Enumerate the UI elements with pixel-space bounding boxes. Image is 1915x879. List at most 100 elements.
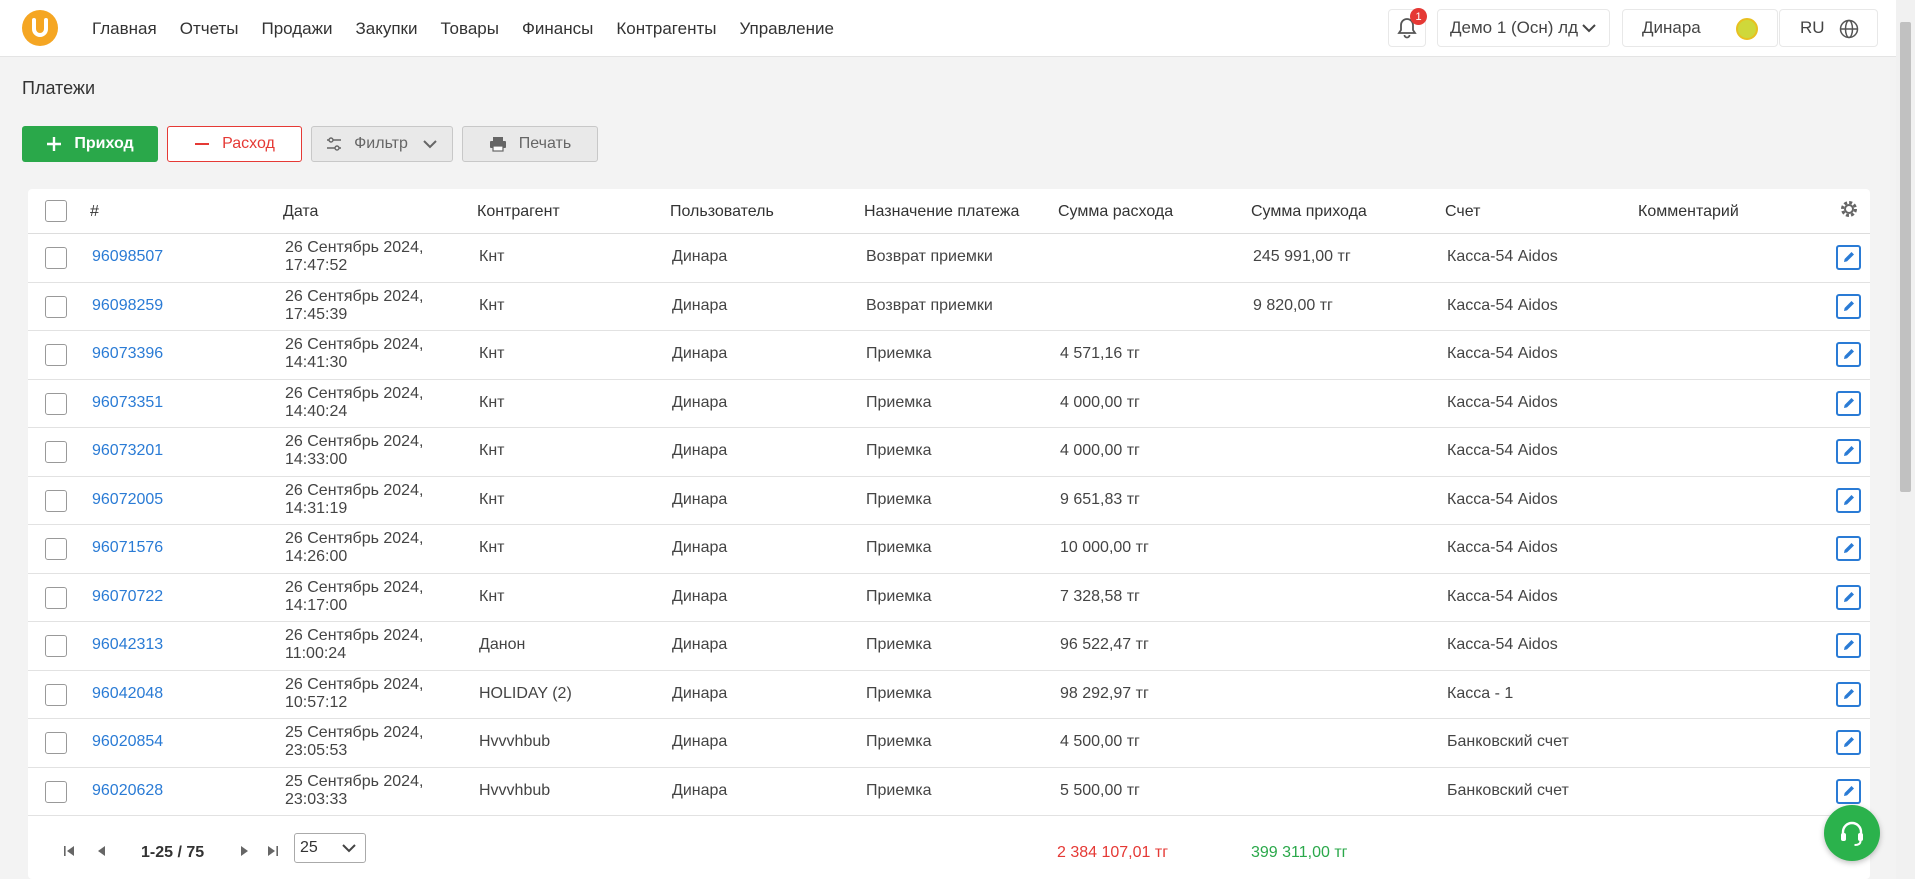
row-checkbox[interactable] [45,295,67,318]
row-checkbox[interactable] [45,344,67,366]
payment-counterparty: HOLIDAY (2) [479,684,572,702]
payment-id-link[interactable]: 96042048 [92,685,163,703]
payment-income: 245 991,00 тг [1253,248,1351,265]
row-checkbox[interactable] [45,489,67,512]
row-checkbox[interactable] [45,635,67,657]
payment-date-time: 14:41:30 [285,354,348,371]
edit-payment-button[interactable] [1836,536,1861,561]
payment-id-link[interactable]: 96020628 [92,782,163,800]
column-header-number[interactable]: # [90,203,99,221]
edit-payment-button[interactable] [1836,778,1861,804]
row-checkbox[interactable] [45,683,67,706]
column-header-date[interactable]: Дата [283,203,318,221]
payment-id-link[interactable]: 96073351 [92,394,163,412]
payment-purpose: Возврат приемки [866,248,993,265]
payment-id-link[interactable]: 96098507 [92,248,163,266]
payment-account: Касса-54 Aidos [1447,490,1558,508]
add-expense-button[interactable]: Расход [167,126,302,162]
payment-purpose: Приемка [866,587,932,605]
payment-user: Динара [672,296,728,314]
add-income-button[interactable]: Приход [22,126,158,162]
user-menu[interactable]: Динара [1622,9,1778,47]
pencil-icon [1844,543,1854,553]
last-page-icon[interactable] [266,844,280,858]
row-checkbox[interactable] [45,780,67,803]
notifications-button[interactable]: 1 [1388,8,1427,47]
payment-counterparty: Кнт [479,587,505,605]
nav-item-counterparties[interactable]: Контрагенты [616,19,716,39]
pencil-icon [1844,349,1854,359]
chevron-down-icon [423,140,437,149]
edit-payment-button[interactable] [1836,681,1861,707]
row-checkbox[interactable] [45,586,67,609]
row-checkbox[interactable] [45,732,67,754]
payment-id-link[interactable]: 96072005 [92,491,163,509]
edit-payment-button[interactable] [1836,439,1861,464]
app-logo[interactable] [22,10,58,46]
payment-date-time: 23:03:33 [285,790,348,808]
row-checkbox[interactable] [45,392,67,415]
nav-item-products[interactable]: Товары [440,19,498,39]
column-header-comment[interactable]: Комментарий [1638,203,1739,221]
row-checkbox[interactable] [45,247,67,269]
column-header-purpose[interactable]: Назначение платежа [864,203,1019,221]
column-header-counterparty[interactable]: Контрагент [477,203,560,221]
pagination-bar: 1-25 / 75 25 2 384 107,01 тг 399 311,00 … [28,829,1870,879]
column-header-expense[interactable]: Сумма расхода [1058,203,1173,221]
filter-button[interactable]: Фильтр [311,126,453,162]
payment-account: Банковский счет [1447,733,1569,750]
payment-date-day: 26 Сентябрь 2024, [285,336,424,353]
nav-item-finance[interactable]: Финансы [522,19,593,39]
nav-item-reports[interactable]: Отчеты [180,19,239,39]
total-income: 399 311,00 тг [1251,844,1348,861]
next-page-icon[interactable] [237,844,251,858]
globe-icon [1839,19,1859,39]
payment-counterparty: Кнт [479,393,505,411]
previous-page-icon[interactable] [95,844,109,858]
edit-payment-button[interactable] [1836,633,1861,658]
edit-payment-button[interactable] [1836,487,1861,513]
nav-item-purchases[interactable]: Закупки [355,19,417,39]
edit-payment-button[interactable] [1836,584,1861,610]
edit-payment-button[interactable] [1836,245,1861,270]
gear-icon[interactable] [1839,199,1859,219]
payment-account: Касса-54 Aidos [1447,442,1558,459]
column-header-account[interactable]: Счет [1445,203,1480,221]
page-size-select[interactable]: 25 [294,833,366,863]
payment-user: Динара [672,393,728,411]
print-label: Печать [518,135,572,152]
table-body: 96098507 26 Сентябрь 2024, 17:47:52 Кнт Дина… [28,234,1870,819]
payment-id-link[interactable]: 96042313 [92,636,163,654]
edit-payment-button[interactable] [1836,730,1861,755]
edit-payment-button[interactable] [1836,293,1861,319]
edit-payment-button[interactable] [1836,390,1861,416]
payment-expense: 4 000,00 тг [1060,442,1140,459]
page-scrollbar[interactable] [1896,0,1915,879]
payment-date: 26 Сентябрь 2024, 10:57:12 [285,676,423,712]
scrollbar-thumb[interactable] [1900,22,1911,492]
column-header-user[interactable]: Пользователь [670,203,774,221]
language-selector[interactable]: RU [1779,9,1878,47]
row-checkbox[interactable] [45,441,67,463]
payment-id-link[interactable]: 96020854 [92,733,163,751]
payment-user: Динара [672,587,728,605]
payment-id-link[interactable]: 96098259 [92,297,163,315]
payment-id-link[interactable]: 96070722 [92,588,163,606]
print-button[interactable]: Печать [462,126,598,162]
select-all-checkbox[interactable] [45,200,67,222]
nav-item-management[interactable]: Управление [739,19,834,39]
support-chat-button[interactable] [1824,805,1880,861]
payment-id-link[interactable]: 96073201 [92,442,163,460]
nav-item-sales[interactable]: Продажи [261,19,332,39]
chevron-down-icon [1582,24,1596,33]
payment-date-time: 17:45:39 [285,305,348,323]
edit-payment-button[interactable] [1836,342,1861,367]
payment-id-link[interactable]: 96073396 [92,345,163,363]
row-checkbox[interactable] [45,538,67,560]
first-page-icon[interactable] [62,844,76,858]
payment-id-link[interactable]: 96071576 [92,539,163,557]
nav-item-home[interactable]: Главная [92,19,157,39]
company-selector[interactable]: Демо 1 (Осн) лд [1437,9,1610,47]
column-header-income[interactable]: Сумма прихода [1251,203,1367,221]
table-row: 96020628 25 Сентябрь 2024, 23:03:33 Hvvvhbu… [28,768,1870,816]
